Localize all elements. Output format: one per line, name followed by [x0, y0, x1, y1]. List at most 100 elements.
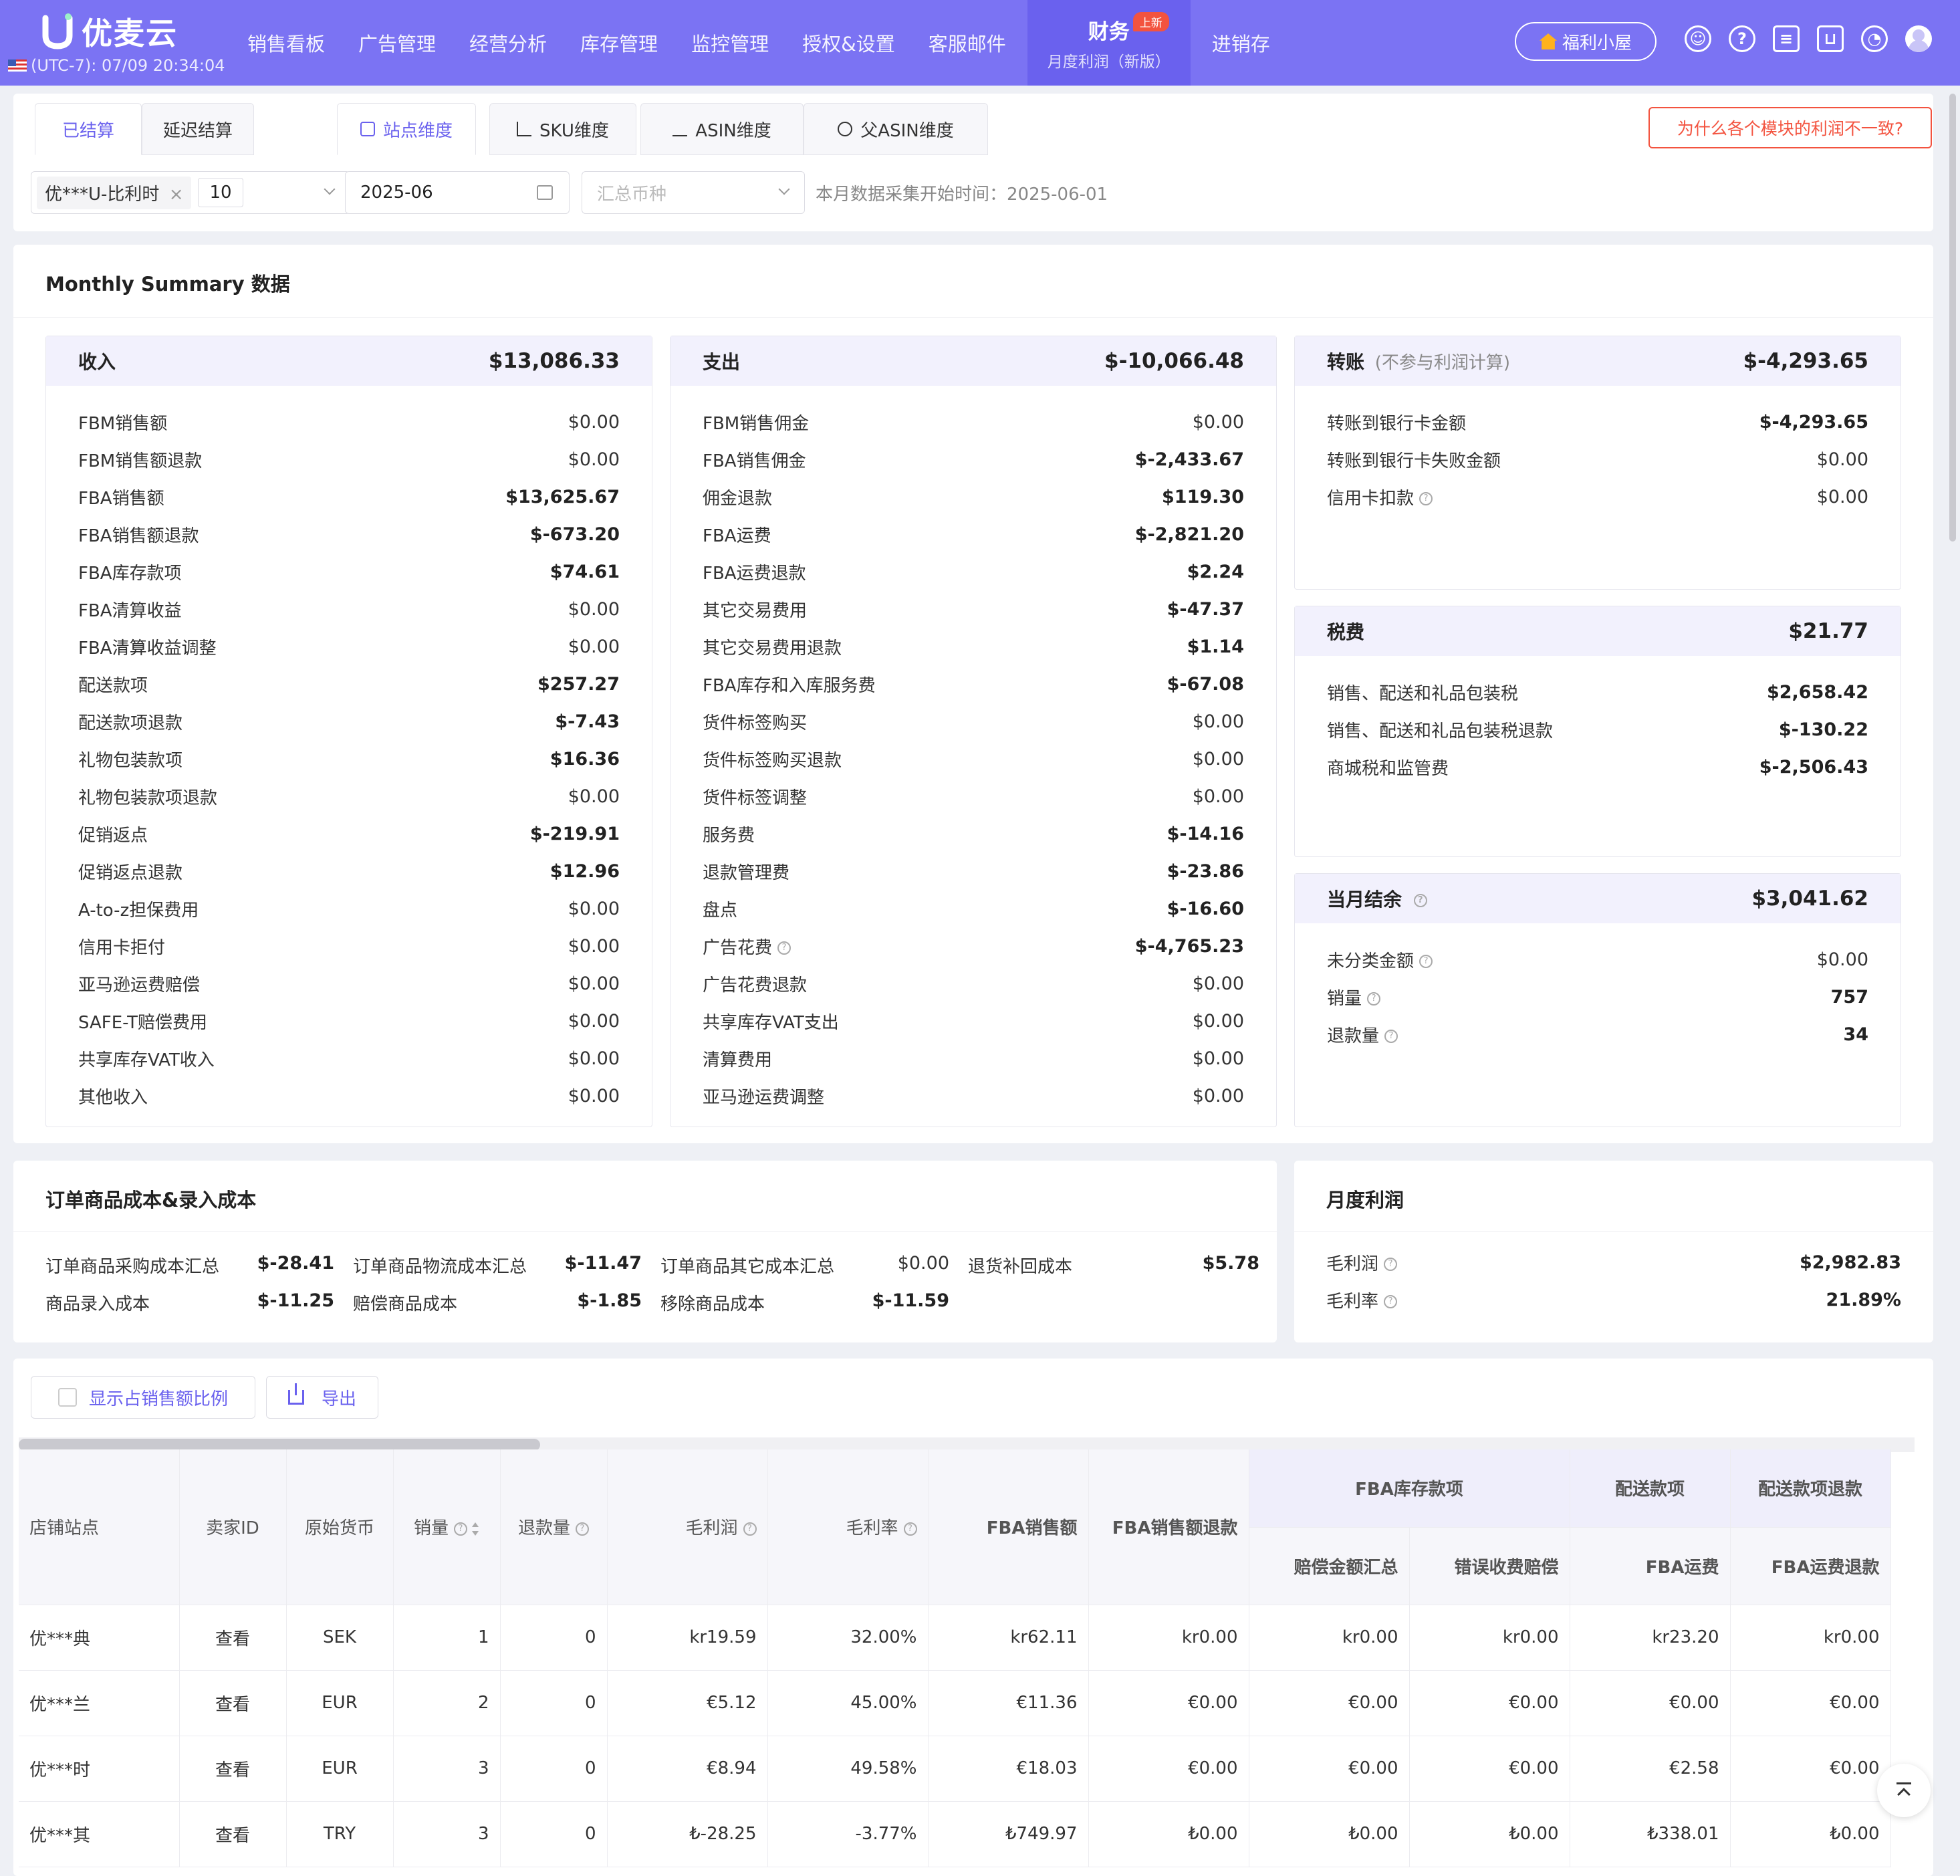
cell-refunds: 0 [500, 1736, 608, 1802]
cell-seller[interactable]: 查看 [179, 1736, 287, 1802]
nav-purchase-sales-stock[interactable]: 进销存 [1200, 0, 1282, 86]
summary-row: 礼物包装款项 $16.36 [78, 740, 620, 778]
summary-row: 销售、配送和礼品包装税退款 $-130.22 [1327, 711, 1868, 748]
bar-chart-icon [672, 122, 688, 136]
nav-ad-management[interactable]: 广告管理 [346, 0, 448, 86]
why-profit-differs-button[interactable]: 为什么各个模块的利润不一致? [1648, 107, 1932, 148]
cell-refunds: 0 [500, 1605, 608, 1671]
row-value: $0.00 [568, 935, 620, 957]
cell-gp: €8.94 [607, 1736, 768, 1802]
help-icon[interactable]: ? [1413, 894, 1427, 907]
welfare-label: 福利小屋 [1562, 33, 1632, 53]
row-value: 34 [1843, 1024, 1868, 1045]
help-icon[interactable]: ? [1419, 492, 1433, 505]
help-icon[interactable]: ? [743, 1522, 757, 1536]
export-button[interactable]: 导出 [266, 1376, 378, 1419]
nav-sales-dashboard[interactable]: 销售看板 [235, 0, 337, 86]
nav-finance[interactable]: 财务 月度利润（新版） 上新 [1027, 0, 1191, 86]
tab-site-dimension[interactable]: 站点维度 [337, 103, 476, 155]
filter-card: 已结算 延迟结算 站点维度 SKU维度 ASIN维度 父ASIN维度 为什么各个… [13, 94, 1933, 231]
close-icon[interactable]: × [169, 185, 184, 205]
tab-asin-dimension[interactable]: ASIN维度 [640, 103, 804, 155]
currency-select[interactable]: 汇总币种 [582, 171, 805, 214]
row-value: $2.24 [1187, 561, 1244, 582]
tab-delayed-settled[interactable]: 延迟结算 [142, 103, 254, 155]
help-icon[interactable]: ? [1729, 25, 1755, 52]
cell-fba-refund: ₺0.00 [1088, 1801, 1249, 1867]
bell-icon[interactable]: ◔ [1861, 25, 1888, 52]
nav-monitoring[interactable]: 监控管理 [679, 0, 781, 86]
row-value: $0.00 [1192, 1085, 1244, 1106]
tax-total: $21.77 [1788, 619, 1868, 643]
tab-sku-dimension[interactable]: SKU维度 [489, 103, 636, 155]
cell-comp: €0.00 [1249, 1670, 1410, 1736]
new-badge: 上新 [1132, 12, 1169, 31]
sort-icon[interactable] [471, 1522, 479, 1536]
row-label-wrap: 服务费 [703, 822, 755, 846]
nav-business-analysis[interactable]: 经营分析 [457, 0, 559, 86]
cell-ship: kr23.20 [1570, 1605, 1731, 1671]
vertical-scrollbar[interactable] [1949, 94, 1956, 542]
tab-parent-asin-dimension[interactable]: 父ASIN维度 [804, 103, 988, 155]
welfare-button[interactable]: 福利小屋 [1515, 22, 1657, 61]
avatar[interactable] [1905, 25, 1932, 52]
help-icon[interactable]: ? [777, 941, 791, 955]
help-icon[interactable]: ? [1384, 1295, 1398, 1308]
row-value: $119.30 [1162, 486, 1244, 507]
cell-seller[interactable]: 查看 [179, 1605, 287, 1671]
col-fba-shipping-refund: FBA运费退款 [1730, 1527, 1891, 1605]
nav-inventory[interactable]: 库存管理 [568, 0, 670, 86]
app-logo[interactable]: 优麦云 [41, 9, 178, 53]
row-label: FBA库存款项 [78, 563, 182, 584]
cart-icon[interactable]: ⊔ [1817, 25, 1844, 52]
help-icon[interactable]: ? [1419, 955, 1433, 968]
summary-row: 货件标签购买退款 $0.00 [703, 740, 1244, 778]
nav-auth-settings[interactable]: 授权&设置 [790, 0, 907, 86]
cell-seller[interactable]: 查看 [179, 1801, 287, 1867]
col-fee-comp: 错误收费赔偿 [1409, 1527, 1570, 1605]
month-picker[interactable]: 2025-06 [345, 171, 570, 214]
help-icon[interactable]: ? [903, 1522, 917, 1536]
summary-row: FBA清算收益调整 $0.00 [78, 628, 620, 665]
checkbox[interactable] [57, 1388, 77, 1407]
row-value: $1.14 [1187, 636, 1244, 657]
cell-refunds: 0 [500, 1801, 608, 1867]
cell-seller[interactable]: 查看 [179, 1670, 287, 1736]
shop-selector[interactable]: 优***U-比利时 × 10 [31, 171, 350, 214]
help-icon[interactable]: ? [1384, 1030, 1398, 1043]
row-label-wrap: 转账到银行卡失败金额 [1327, 447, 1501, 472]
pie-chart-icon [838, 122, 853, 136]
row-label-wrap: 其他收入 [78, 1084, 148, 1108]
row-value: $0.00 [1816, 486, 1868, 507]
back-to-top-button[interactable] [1877, 1764, 1931, 1817]
row-label: FBA销售额 [78, 488, 164, 509]
col-shop: 店铺站点 [19, 1449, 180, 1605]
cost-value: $5.78 [1202, 1253, 1259, 1274]
help-icon[interactable]: ? [576, 1522, 589, 1536]
summary-row: 清算费用 $0.00 [703, 1040, 1244, 1077]
cell-shop: 优***其 [19, 1801, 180, 1867]
message-icon[interactable]: ≡ [1773, 25, 1800, 52]
tab-settled[interactable]: 已结算 [35, 103, 142, 155]
logo-text: 优麦云 [82, 15, 178, 51]
show-ratio-toggle[interactable]: 显示占销售额比例 [31, 1376, 255, 1419]
store-icon [360, 122, 375, 136]
row-label: 货件标签购买退款 [703, 750, 842, 771]
row-value: $-219.91 [529, 823, 620, 844]
help-icon[interactable]: ? [454, 1522, 467, 1536]
row-label-wrap: 货件标签购买 [703, 709, 807, 734]
row-label-wrap: 销量? [1327, 985, 1381, 1010]
summary-row: FBM销售额退款 $0.00 [78, 441, 620, 478]
help-icon[interactable]: ? [1384, 1258, 1398, 1271]
help-icon[interactable]: ? [1367, 992, 1381, 1006]
customer-service-icon[interactable]: ☺ [1685, 25, 1711, 52]
row-label-wrap: 信用卡拒付 [78, 934, 165, 959]
row-label: 转账到银行卡金额 [1327, 413, 1467, 434]
row-value: $0.00 [568, 1085, 620, 1106]
row-label: 佣金退款 [703, 488, 773, 509]
cost-label: 订单商品采购成本汇总 [45, 1257, 220, 1277]
summary-row: FBA销售额退款 $-673.20 [78, 515, 620, 553]
col-sales[interactable]: 销量? [393, 1449, 501, 1605]
summary-title: Monthly Summary 数据 [45, 273, 290, 296]
nav-customer-email[interactable]: 客服邮件 [916, 0, 1018, 86]
